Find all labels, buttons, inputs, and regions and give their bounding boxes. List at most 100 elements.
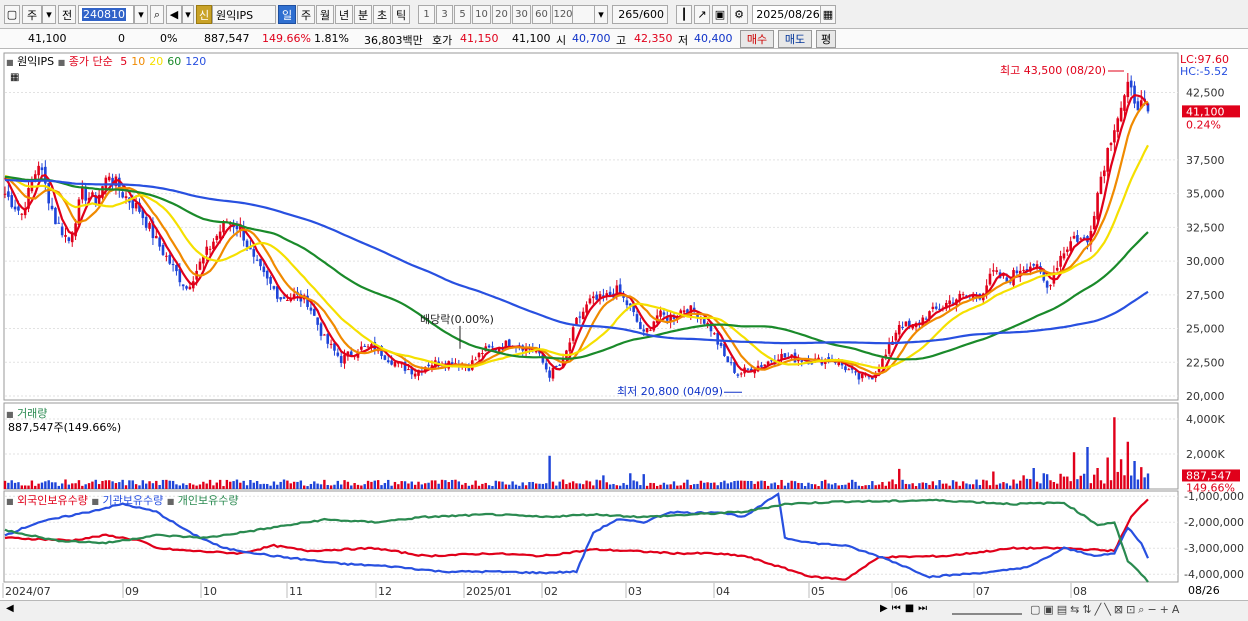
period-select[interactable]: 주 xyxy=(22,5,42,24)
buy-label: 매수 xyxy=(746,33,768,46)
interval-button-1[interactable]: 3 xyxy=(436,5,453,24)
candle-body xyxy=(901,326,904,328)
interval-button-3[interactable]: 10 xyxy=(472,5,491,24)
scroll-left-icon[interactable]: ◀ xyxy=(6,603,14,614)
candle-body xyxy=(124,196,128,199)
candle-body xyxy=(413,373,417,377)
calendar-icon[interactable]: ▦ xyxy=(820,5,836,24)
volume-bar xyxy=(23,485,27,489)
candle-body xyxy=(1066,249,1069,252)
candle-body xyxy=(329,343,333,345)
code-input[interactable]: 240810 xyxy=(78,5,134,24)
volume-bar xyxy=(192,484,195,489)
volume-bar xyxy=(229,481,232,489)
volume-bar xyxy=(729,482,733,489)
interval-button-7[interactable]: 120 xyxy=(552,5,574,24)
sell-button[interactable]: 매도 xyxy=(778,30,812,48)
chevron-down-icon[interactable]: ▾ xyxy=(594,5,608,24)
interval-button-6[interactable]: 60 xyxy=(532,5,551,24)
interval-button-2[interactable]: 5 xyxy=(454,5,471,24)
candle-body xyxy=(854,371,857,373)
ask: 41,100 xyxy=(512,32,551,45)
period-button-1[interactable]: 주 xyxy=(297,5,315,24)
speaker-icon[interactable]: ◀ xyxy=(166,5,182,24)
candle-body xyxy=(887,342,891,354)
candle-body xyxy=(168,255,172,264)
volume-bar xyxy=(1133,461,1136,489)
candle-body xyxy=(746,368,750,370)
volume-bar xyxy=(773,482,777,489)
volume-bar xyxy=(329,485,333,489)
volume-bar xyxy=(262,483,266,489)
volume-bar xyxy=(413,484,417,489)
volume-bar xyxy=(1056,483,1059,489)
buy-button[interactable]: 매수 xyxy=(740,30,774,48)
chevron-down-icon[interactable]: ▾ xyxy=(42,5,56,24)
volume-bar xyxy=(1059,473,1062,489)
volume-bar xyxy=(679,485,682,489)
grid-icon[interactable]: ▦ xyxy=(10,72,19,83)
period-button-2[interactable]: 월 xyxy=(316,5,334,24)
candle-body xyxy=(1099,176,1103,194)
volume-bar xyxy=(534,483,538,489)
code-value: 240810 xyxy=(82,8,126,21)
period-button-0[interactable]: 일 xyxy=(278,5,296,24)
volume-bar xyxy=(561,479,565,489)
tool-icons[interactable]: ▢▣▤⇆⇅╱╲⊠⊡⌕−+A xyxy=(1030,603,1182,617)
chevron-down-icon[interactable]: ▾ xyxy=(134,5,148,24)
period-button-3[interactable]: 년 xyxy=(335,5,353,24)
count-field[interactable]: 265/600 xyxy=(612,5,668,24)
volume-bar xyxy=(639,485,642,489)
bottom-scrollbar[interactable]: ◀ ▶⏮■⏭ ▢▣▤⇆⇅╱╲⊠⊡⌕−+A xyxy=(0,600,1248,621)
candle-body xyxy=(1129,80,1133,88)
volume-bar xyxy=(518,485,521,489)
trend-icon[interactable]: ↗ xyxy=(694,5,710,24)
period-button-4[interactable]: 분 xyxy=(354,5,372,24)
x-tick-label: 10 xyxy=(203,585,217,598)
playback-icons[interactable]: ▶⏮■⏭ xyxy=(880,603,931,614)
volume-bar xyxy=(508,484,511,489)
prev-button[interactable]: 전 xyxy=(58,5,76,24)
volume-bar xyxy=(629,473,632,489)
volume-bar xyxy=(1146,473,1150,489)
save-icon[interactable]: ▣ xyxy=(712,5,728,24)
volume-bar xyxy=(894,484,898,489)
volume-bar xyxy=(424,483,427,489)
period-button-6[interactable]: 틱 xyxy=(392,5,410,24)
gear-icon[interactable]: ⚙ xyxy=(730,5,748,24)
interval-button-4[interactable]: 20 xyxy=(492,5,511,24)
volume-bar xyxy=(682,482,686,489)
volume-bar xyxy=(1012,479,1015,489)
volume-bar xyxy=(1099,480,1103,489)
x-tick-label: 07 xyxy=(976,585,990,598)
candle-body xyxy=(474,359,477,361)
candle-body xyxy=(131,200,135,209)
volume-bar xyxy=(175,484,178,489)
volume-bar xyxy=(971,484,975,489)
search-icon[interactable]: ⌕ xyxy=(150,5,164,24)
interval-button-0[interactable]: 1 xyxy=(418,5,435,24)
date-field[interactable]: 2025/08/26 xyxy=(752,5,824,24)
period-button-5[interactable]: 초 xyxy=(373,5,391,24)
volume-bar xyxy=(111,481,114,489)
volume-bar xyxy=(497,481,501,489)
volume-bar xyxy=(158,484,161,489)
volume-bar xyxy=(531,481,534,489)
x-tick-label: 11 xyxy=(289,585,303,598)
x-axis: 2024/07 09 10 11 12 2025/01 02 03 04 05 06 07 08 xyxy=(0,583,1248,599)
candle-body xyxy=(548,370,551,378)
chart-area[interactable]: 20,000 22,500 25,000 27,500 30,000 32,500 35,0… xyxy=(0,49,1248,600)
window-icon[interactable]: ▢ xyxy=(4,5,20,24)
chevron-down-icon[interactable]: ▾ xyxy=(182,5,194,24)
eval-button[interactable]: 평 xyxy=(816,30,836,48)
zoom-slider[interactable] xyxy=(952,605,1022,615)
candle-icon[interactable]: ┃ xyxy=(676,5,692,24)
price-tick-label: 27,500 xyxy=(1186,289,1225,302)
volume-bar xyxy=(104,480,108,489)
interval-button-5[interactable]: 30 xyxy=(512,5,531,24)
stock-name-field[interactable]: 원익IPS xyxy=(212,5,276,24)
volume-bar xyxy=(830,484,834,489)
volume-bar xyxy=(578,483,582,489)
candle-body xyxy=(1055,267,1059,271)
candle-body xyxy=(1116,118,1120,132)
